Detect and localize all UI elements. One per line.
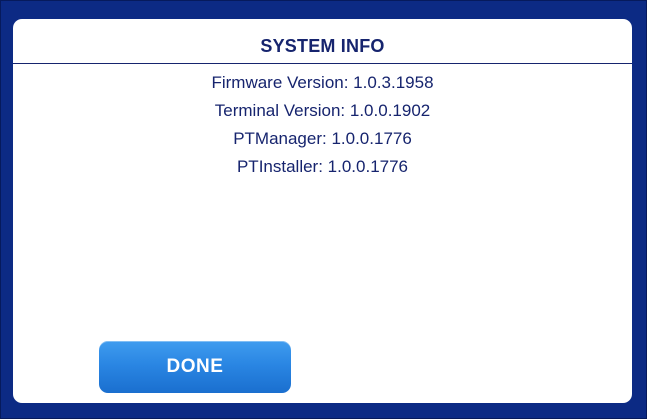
done-button[interactable]: DONE	[99, 341, 291, 393]
title-divider	[13, 63, 632, 64]
system-info-dialog: SYSTEM INFO Firmware Version: 1.0.3.1958…	[13, 19, 632, 403]
firmware-version-text: Firmware Version: 1.0.3.1958	[211, 73, 434, 92]
ptinstaller-version-text: PTInstaller: 1.0.0.1776	[236, 157, 409, 176]
terminal-version-text: Terminal Version: 1.0.0.1902	[214, 101, 431, 120]
dialog-title: SYSTEM INFO	[260, 36, 385, 56]
screen-frame: SYSTEM INFO Firmware Version: 1.0.3.1958…	[0, 0, 647, 419]
version-info-list: Firmware Version: 1.0.3.1958 Terminal Ve…	[13, 69, 632, 181]
ptmanager-version-text: PTManager: 1.0.0.1776	[233, 129, 412, 148]
